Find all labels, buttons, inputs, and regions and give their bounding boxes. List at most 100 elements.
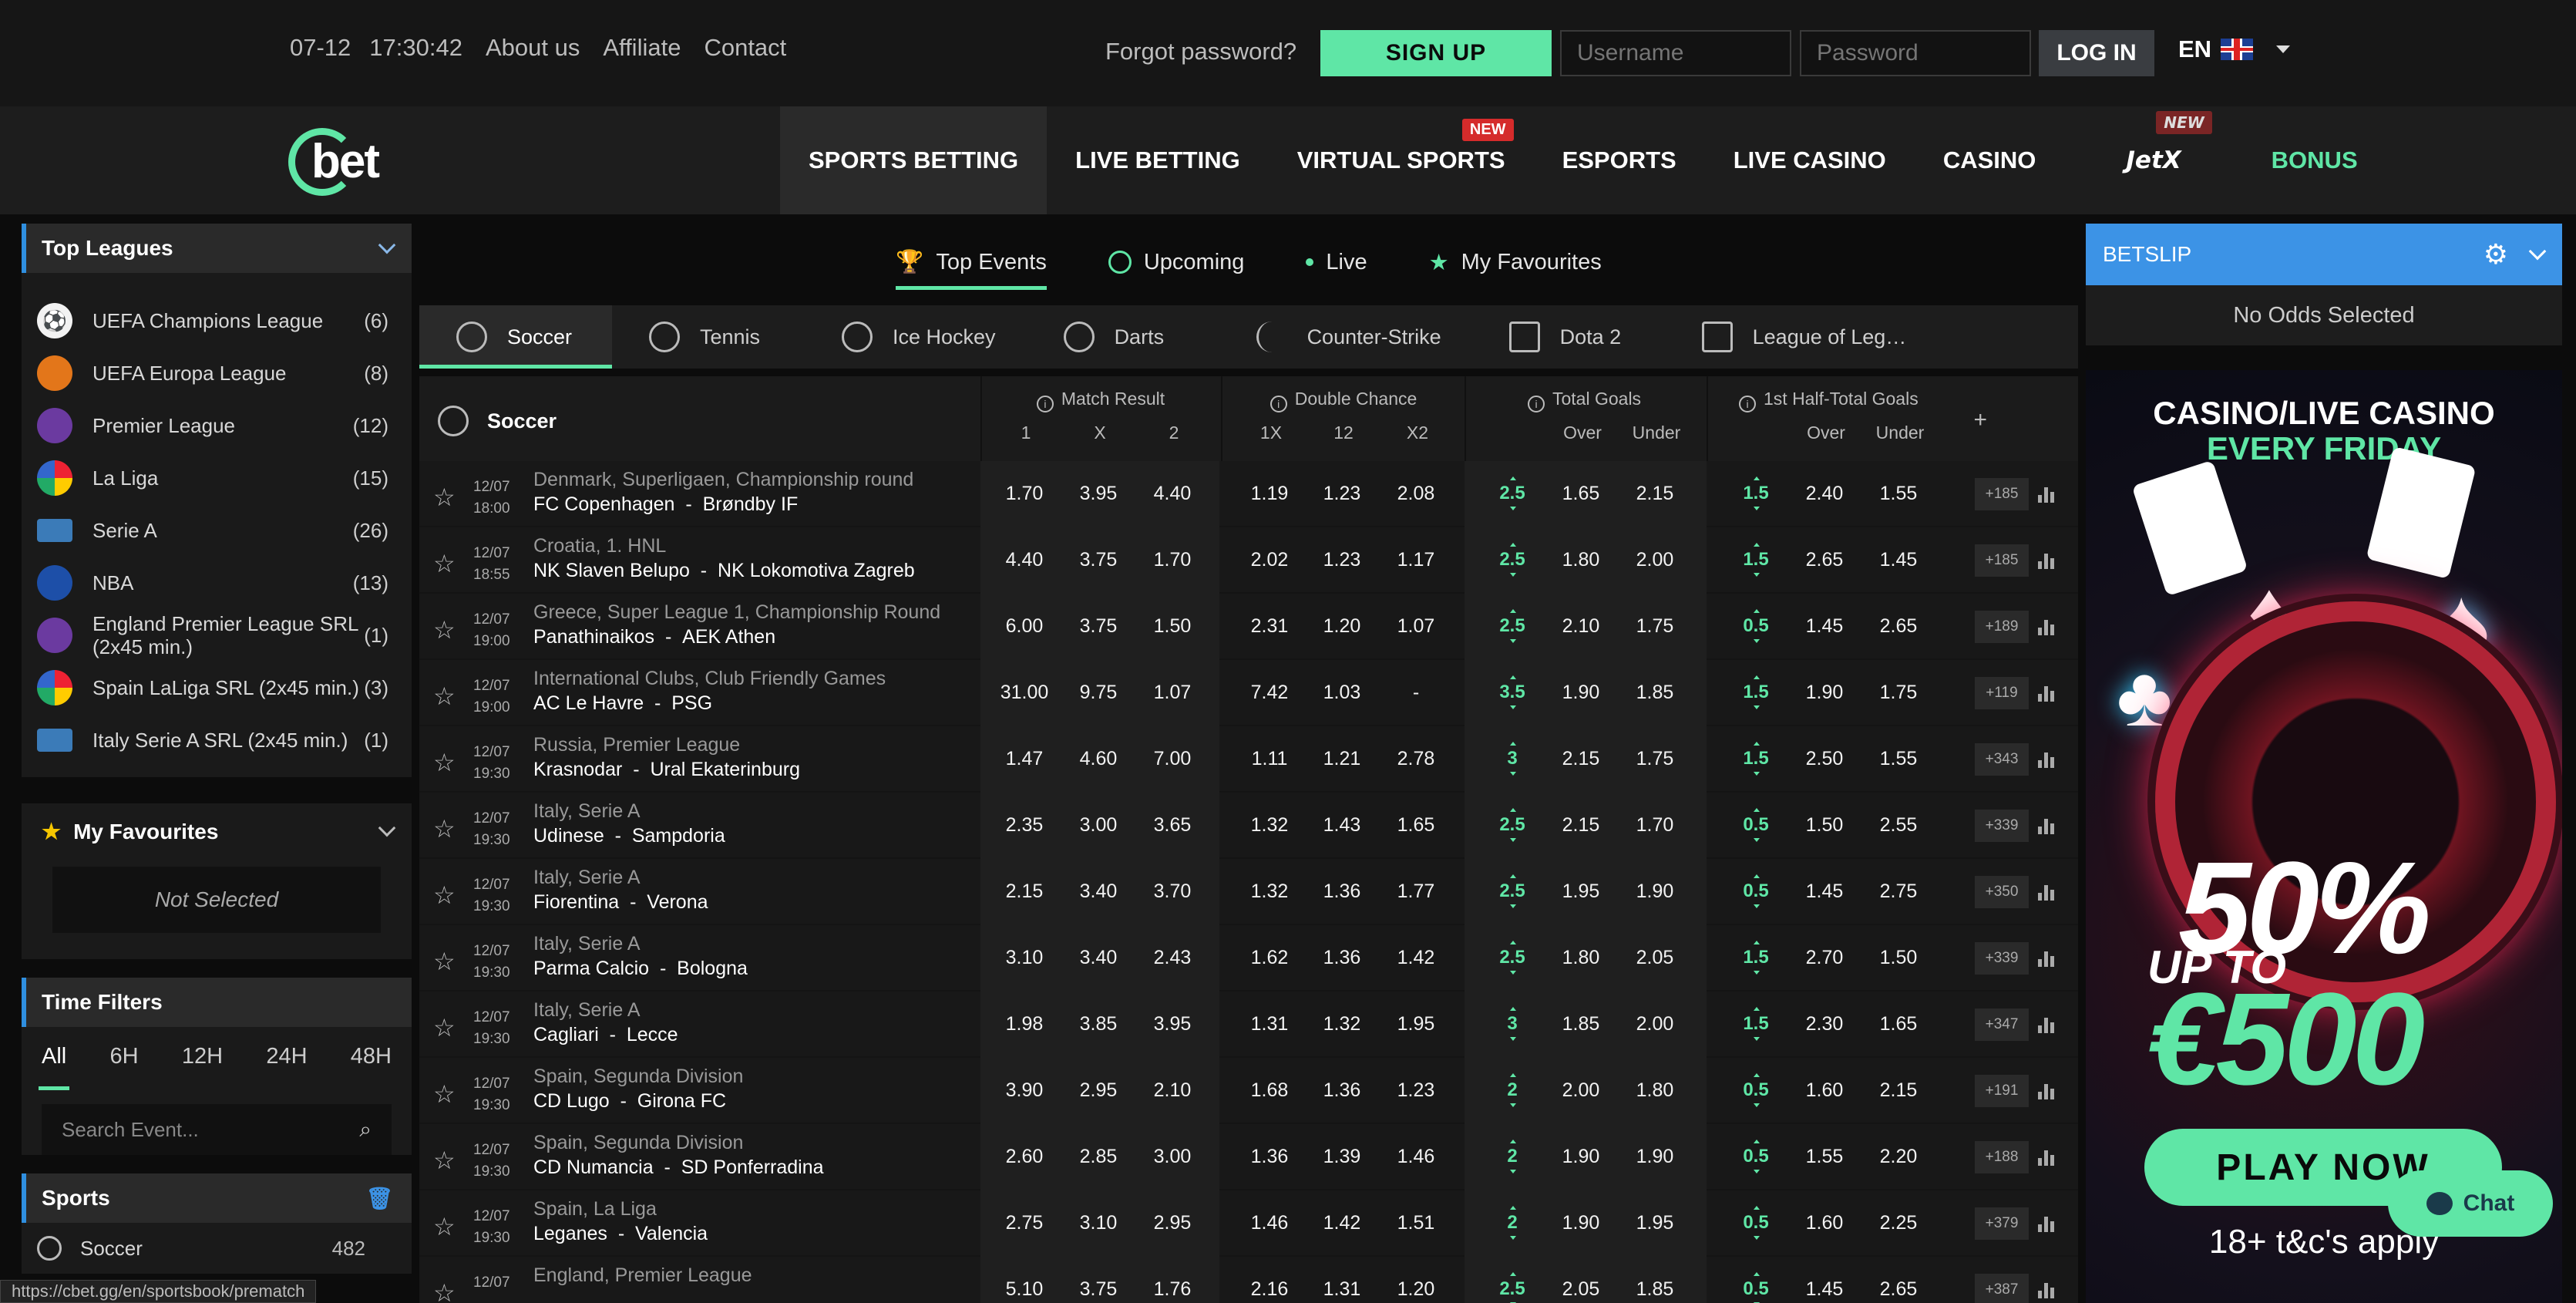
event-teams[interactable]: Parma Calcio - Bologna	[533, 958, 748, 980]
odd-double-chance[interactable]: 2.78	[1381, 748, 1451, 770]
odd-match-result[interactable]: 7.00	[1138, 748, 1207, 770]
odd-match-result[interactable]: 3.90	[990, 1079, 1059, 1102]
event-teams[interactable]: FC Copenhagen - Brøndby IF	[533, 493, 798, 516]
odd-half-total[interactable]: 2.70	[1790, 947, 1859, 969]
cbet-logo[interactable]: bet	[288, 128, 396, 197]
odd-half-total[interactable]: 1.75	[1864, 682, 1933, 704]
trash-icon[interactable]: 🗑	[365, 1186, 393, 1211]
event-league[interactable]: England, Premier League	[533, 1264, 752, 1287]
event-teams[interactable]: Panathinaikos - AEK Athen	[533, 626, 775, 648]
league-item[interactable]: La Liga (15)	[22, 452, 412, 504]
favourite-star-icon[interactable]: ☆	[433, 615, 456, 645]
odd-match-result[interactable]: 1.47	[990, 748, 1059, 770]
odd-half-total[interactable]: 2.65	[1790, 549, 1859, 571]
league-item[interactable]: Serie A (26)	[22, 504, 412, 557]
event-league[interactable]: Italy, Serie A	[533, 867, 641, 889]
top-leagues-header[interactable]: Top Leagues	[22, 224, 412, 273]
odd-total-goals[interactable]: 1.90	[1620, 1146, 1690, 1168]
odd-match-result[interactable]: 1.70	[1138, 549, 1207, 571]
more-markets-button[interactable]: +339	[1975, 810, 2029, 842]
odd-match-result[interactable]: 3.65	[1138, 814, 1207, 837]
odd-match-result[interactable]: 3.95	[1138, 1013, 1207, 1035]
stats-icon[interactable]	[2038, 950, 2055, 967]
odd-half-total[interactable]: 1.65	[1864, 1013, 1933, 1035]
odd-match-result[interactable]: 3.10	[990, 947, 1059, 969]
more-markets-button[interactable]: +387	[1975, 1274, 2029, 1303]
nav-jetx[interactable]: JetX NEW	[2064, 106, 2242, 214]
odd-match-result[interactable]: 3.10	[1064, 1212, 1133, 1234]
chat-button[interactable]: Chat	[2388, 1170, 2553, 1237]
league-item[interactable]: Spain LaLiga SRL (2x45 min.) (3)	[22, 662, 412, 714]
odd-match-result[interactable]: 2.15	[990, 880, 1059, 903]
odd-double-chance[interactable]: 2.08	[1381, 483, 1451, 505]
odd-total-goals[interactable]: 1.80	[1620, 1079, 1690, 1102]
chevron-down-icon[interactable]	[2528, 242, 2547, 261]
odd-total-goals[interactable]: 1.75	[1620, 615, 1690, 638]
league-item[interactable]: UEFA Europa League (8)	[22, 347, 412, 399]
odd-half-total[interactable]: 1.90	[1790, 682, 1859, 704]
odd-total-goals[interactable]: 1.65	[1546, 483, 1616, 505]
odd-match-result[interactable]: 2.95	[1064, 1079, 1133, 1102]
odd-match-result[interactable]: 4.40	[990, 549, 1059, 571]
odd-match-result[interactable]: 3.70	[1138, 880, 1207, 903]
odd-half-total[interactable]: 2.65	[1864, 1278, 1933, 1301]
favourite-star-icon[interactable]: ☆	[433, 1146, 456, 1175]
odd-half-total[interactable]: 1.55	[1864, 483, 1933, 505]
odd-total-goals[interactable]: 1.90	[1620, 880, 1690, 903]
search-event-input[interactable]: Search Event... ⌕	[42, 1104, 392, 1155]
odd-half-total[interactable]: 2.40	[1790, 483, 1859, 505]
more-markets-button[interactable]: +347	[1975, 1008, 2029, 1041]
odd-double-chance[interactable]: 1.32	[1307, 1013, 1377, 1035]
league-item[interactable]: Italy Serie A SRL (2x45 min.) (1)	[22, 714, 412, 766]
odd-total-goals[interactable]: 2.15	[1546, 814, 1616, 837]
event-league[interactable]: Denmark, Superligaen, Championship round	[533, 469, 913, 491]
odd-total-goals[interactable]: 1.80	[1546, 947, 1616, 969]
favourite-star-icon[interactable]: ☆	[433, 880, 456, 910]
event-teams[interactable]: AC Le Havre - PSG	[533, 692, 712, 715]
odd-match-result[interactable]: 3.75	[1064, 1278, 1133, 1301]
odd-total-goals[interactable]: 2.10	[1546, 615, 1616, 638]
odd-half-total[interactable]: 2.75	[1864, 880, 1933, 903]
odd-double-chance[interactable]: 1.20	[1307, 615, 1377, 638]
odd-total-goals[interactable]: 1.95	[1620, 1212, 1690, 1234]
login-button[interactable]: LOG IN	[2039, 30, 2154, 76]
time-filter-6h[interactable]: 6H	[110, 1044, 139, 1079]
betslip-header[interactable]: BETSLIP ⚙	[2086, 224, 2562, 285]
nav-virtual-sports[interactable]: VIRTUAL SPORTS NEW	[1269, 106, 1534, 214]
league-item[interactable]: ⚽ UEFA Champions League (6)	[22, 295, 412, 347]
odd-total-goals[interactable]: 1.90	[1546, 1146, 1616, 1168]
event-league[interactable]: Italy, Serie A	[533, 933, 641, 955]
time-filter-24h[interactable]: 24H	[266, 1044, 307, 1079]
odd-match-result[interactable]: 2.75	[990, 1212, 1059, 1234]
odd-total-goals[interactable]: 2.05	[1546, 1278, 1616, 1301]
sport-item-soccer[interactable]: Soccer 482	[22, 1223, 412, 1274]
sport-tab-league-of-legends[interactable]: League of Leg…	[1665, 305, 1938, 369]
sport-tab-soccer[interactable]: Soccer	[419, 305, 612, 369]
stats-icon[interactable]	[2038, 1281, 2055, 1298]
odd-double-chance[interactable]: 1.21	[1307, 748, 1377, 770]
odd-double-chance[interactable]: 1.46	[1235, 1212, 1304, 1234]
more-markets-button[interactable]: +189	[1975, 611, 2029, 643]
odd-match-result[interactable]: 1.70	[990, 483, 1059, 505]
odd-double-chance[interactable]: 1.95	[1381, 1013, 1451, 1035]
odd-double-chance[interactable]: 1.17	[1381, 549, 1451, 571]
favourite-star-icon[interactable]: ☆	[433, 1278, 456, 1303]
time-filter-all[interactable]: All	[38, 1044, 70, 1090]
more-markets-button[interactable]: +343	[1975, 743, 2029, 776]
odd-double-chance[interactable]: 1.43	[1307, 814, 1377, 837]
stats-icon[interactable]	[2038, 1215, 2055, 1232]
odd-half-total[interactable]: 2.20	[1864, 1146, 1933, 1168]
password-input[interactable]	[1800, 30, 2031, 76]
odd-total-goals[interactable]: 2.15	[1546, 748, 1616, 770]
odd-total-goals[interactable]: 2.00	[1546, 1079, 1616, 1102]
odd-match-result[interactable]: 1.07	[1138, 682, 1207, 704]
event-teams[interactable]: Krasnodar - Ural Ekaterinburg	[533, 759, 800, 781]
odd-total-goals[interactable]: 2.15	[1620, 483, 1690, 505]
event-league[interactable]: Italy, Serie A	[533, 999, 641, 1022]
more-markets-button[interactable]: +188	[1975, 1141, 2029, 1173]
stats-icon[interactable]	[2038, 486, 2055, 503]
league-item[interactable]: NBA (13)	[22, 557, 412, 609]
odd-double-chance[interactable]: 2.02	[1235, 549, 1304, 571]
odd-double-chance[interactable]: 1.03	[1307, 682, 1377, 704]
favourite-star-icon[interactable]: ☆	[433, 748, 456, 777]
